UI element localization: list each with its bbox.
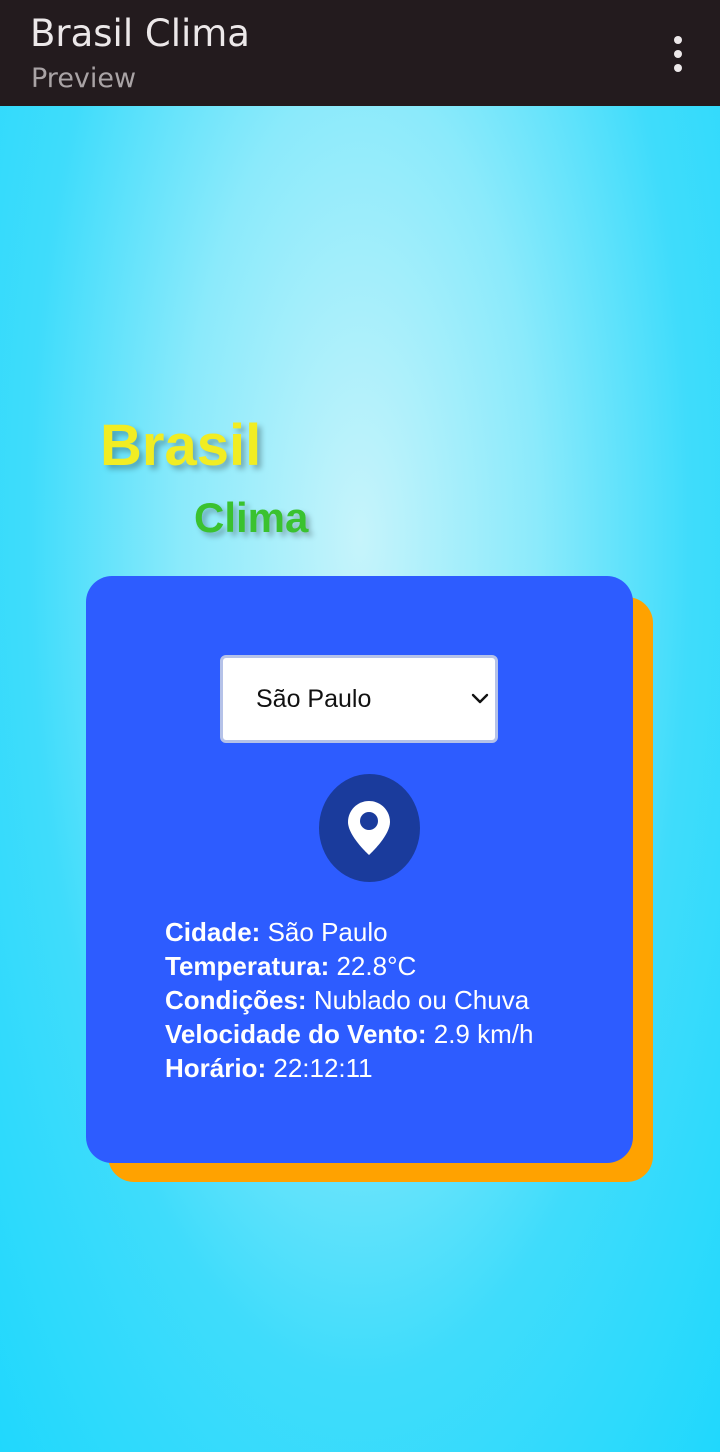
time-label: Horário: xyxy=(165,1053,267,1083)
temperature-value: 22.8°C xyxy=(336,951,417,981)
app-bar: Brasil Clima Preview xyxy=(0,0,720,106)
more-vert-icon[interactable] xyxy=(668,36,688,72)
weather-info: Cidade: São Paulo Temperatura: 22.8°C Co… xyxy=(165,915,533,1085)
city-select[interactable]: São Paulo xyxy=(220,655,498,743)
logo-clima: Clima xyxy=(194,494,309,541)
main-content: Brasil Clima São Paulo Cidade: São Paulo… xyxy=(0,106,720,1452)
logo-brasil: Brasil xyxy=(100,413,262,478)
city-label: Cidade: xyxy=(165,917,261,947)
weather-card: São Paulo Cidade: São Paulo Temperatura:… xyxy=(86,576,633,1163)
wind-label: Velocidade do Vento: xyxy=(165,1019,427,1049)
location-pin-icon xyxy=(348,801,390,855)
temperature-row: Temperatura: 22.8°C xyxy=(165,949,533,983)
city-select-value: São Paulo xyxy=(256,685,372,713)
location-badge xyxy=(319,774,420,882)
conditions-value: Nublado ou Chuva xyxy=(313,985,530,1015)
conditions-row: Condições: Nublado ou Chuva xyxy=(165,983,533,1017)
wind-value: 2.9 km/h xyxy=(433,1019,534,1049)
app-subtitle: Preview xyxy=(31,63,137,94)
conditions-label: Condições: xyxy=(165,985,307,1015)
wind-row: Velocidade do Vento: 2.9 km/h xyxy=(165,1017,533,1051)
time-value: 22:12:11 xyxy=(273,1053,373,1083)
time-row: Horário: 22:12:11 xyxy=(165,1051,533,1085)
city-value: São Paulo xyxy=(267,917,388,947)
temperature-label: Temperatura: xyxy=(165,951,330,981)
app-title: Brasil Clima xyxy=(30,12,250,55)
chevron-down-icon xyxy=(471,693,489,704)
city-row: Cidade: São Paulo xyxy=(165,915,533,949)
